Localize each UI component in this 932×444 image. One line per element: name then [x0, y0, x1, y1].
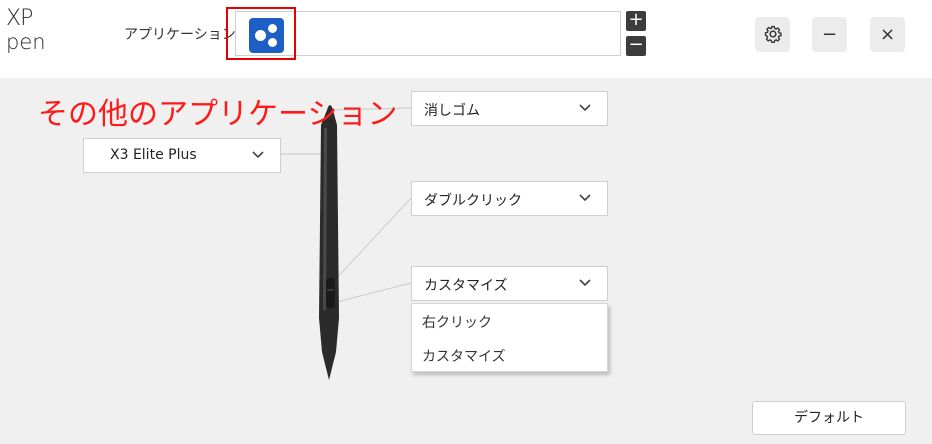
- application-label: アプリケーション: [124, 27, 236, 43]
- minimize-button[interactable]: −: [812, 17, 847, 52]
- xppen-logo: XP pen: [6, 6, 54, 56]
- logo-text-bottom: pen: [6, 30, 46, 54]
- add-application-button[interactable]: +: [626, 11, 646, 31]
- device-select[interactable]: X3 Elite Plus: [83, 138, 281, 173]
- chevron-down-icon: [579, 104, 591, 112]
- settings-button[interactable]: [755, 17, 790, 52]
- chevron-down-icon: [252, 151, 264, 159]
- device-select-value: X3 Elite Plus: [110, 147, 197, 163]
- remove-application-button[interactable]: −: [626, 36, 646, 56]
- annotation-title: その他のアプリケーション: [38, 97, 398, 132]
- pen-top-button-value: 消しゴム: [424, 103, 480, 119]
- selection-highlight: [226, 7, 296, 60]
- pen-lower-button-menu: 右クリック カスタマイズ: [411, 303, 608, 372]
- chevron-down-icon: [579, 279, 591, 287]
- pen-upper-button-value: ダブルクリック: [424, 193, 522, 209]
- pen-top-button-select[interactable]: 消しゴム: [411, 91, 608, 126]
- pen-lower-button-value: カスタマイズ: [424, 278, 508, 294]
- default-button[interactable]: デフォルト: [752, 401, 906, 435]
- close-button[interactable]: ×: [870, 17, 905, 52]
- pen-upper-button-select[interactable]: ダブルクリック: [411, 181, 608, 216]
- chevron-down-icon: [579, 194, 591, 202]
- pen-lower-button-select[interactable]: カスタマイズ: [411, 266, 608, 301]
- menu-item-customize[interactable]: カスタマイズ: [422, 346, 506, 366]
- logo-text-top: XP: [6, 6, 33, 31]
- gear-icon: [764, 25, 782, 44]
- menu-item-right-click[interactable]: 右クリック: [422, 312, 492, 332]
